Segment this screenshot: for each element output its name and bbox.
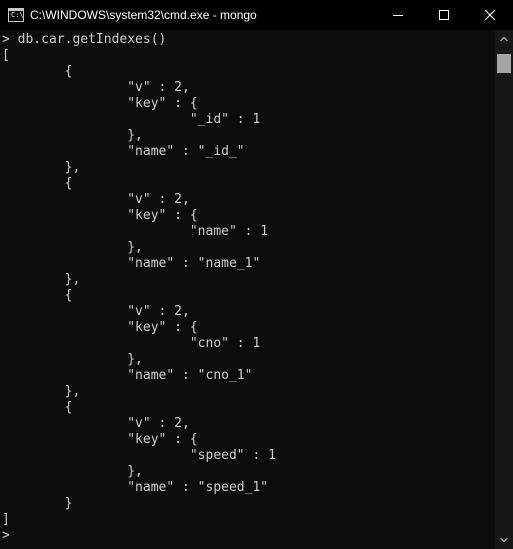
console-line: "v" : 2, <box>2 416 190 431</box>
console-line: "_id" : 1 <box>2 112 261 127</box>
console-line: { <box>2 176 73 191</box>
console-line: "v" : 2, <box>2 304 190 319</box>
console-line: { <box>2 288 73 303</box>
console-line: } <box>2 496 73 511</box>
console-output: > db.car.getIndexes()[ { "v" : 2, "key" … <box>2 32 276 544</box>
console-line: "cno" : 1 <box>2 336 261 351</box>
console-line: "key" : { <box>2 208 198 223</box>
console-line: }, <box>2 128 143 143</box>
minimize-icon <box>393 15 403 16</box>
console-line: "name" : "name_1" <box>2 256 261 271</box>
console-line: }, <box>2 272 81 287</box>
console-line: { <box>2 400 73 415</box>
console-line: { <box>2 64 73 79</box>
chevron-up-icon <box>500 36 508 42</box>
minimize-button[interactable] <box>375 0 421 30</box>
console-line: "key" : { <box>2 320 198 335</box>
console-line: [ <box>2 48 10 63</box>
console-window-icon: C:\ <box>8 8 24 22</box>
console-line: }, <box>2 160 81 175</box>
console-line: "v" : 2, <box>2 80 190 95</box>
console-output-area[interactable]: > db.car.getIndexes()[ { "v" : 2, "key" … <box>0 30 495 549</box>
scrollbar-thumb[interactable] <box>497 54 511 73</box>
console-line: "name" : 1 <box>2 224 269 239</box>
console-line: "v" : 2, <box>2 192 190 207</box>
console-line: }, <box>2 240 143 255</box>
console-line: }, <box>2 464 143 479</box>
close-icon <box>485 10 495 20</box>
console-window-icon-glyph: C:\ <box>11 11 24 19</box>
console-line: ] <box>2 512 10 527</box>
maximize-button[interactable] <box>421 0 467 30</box>
console-line: "name" : "speed_1" <box>2 480 269 495</box>
console-line: > db.car.getIndexes() <box>2 32 167 47</box>
chevron-down-icon <box>500 537 508 543</box>
console-window: C:\ C:\WINDOWS\system32\cmd.exe - mongo … <box>0 0 513 549</box>
console-line: "name" : "_id_" <box>2 144 245 159</box>
console-line: "speed" : 1 <box>2 448 276 463</box>
console-line: "key" : { <box>2 96 198 111</box>
console-line: > <box>2 528 10 543</box>
console-line: }, <box>2 384 81 399</box>
window-title: C:\WINDOWS\system32\cmd.exe - mongo <box>30 8 257 22</box>
console-line: "key" : { <box>2 432 198 447</box>
console-line: }, <box>2 352 143 367</box>
vertical-scrollbar[interactable] <box>495 30 513 549</box>
console-line: "name" : "cno_1" <box>2 368 253 383</box>
scroll-down-button[interactable] <box>495 531 513 549</box>
maximize-icon <box>439 10 449 20</box>
title-bar[interactable]: C:\ C:\WINDOWS\system32\cmd.exe - mongo <box>0 0 513 30</box>
close-button[interactable] <box>467 0 513 30</box>
scroll-up-button[interactable] <box>495 30 513 48</box>
